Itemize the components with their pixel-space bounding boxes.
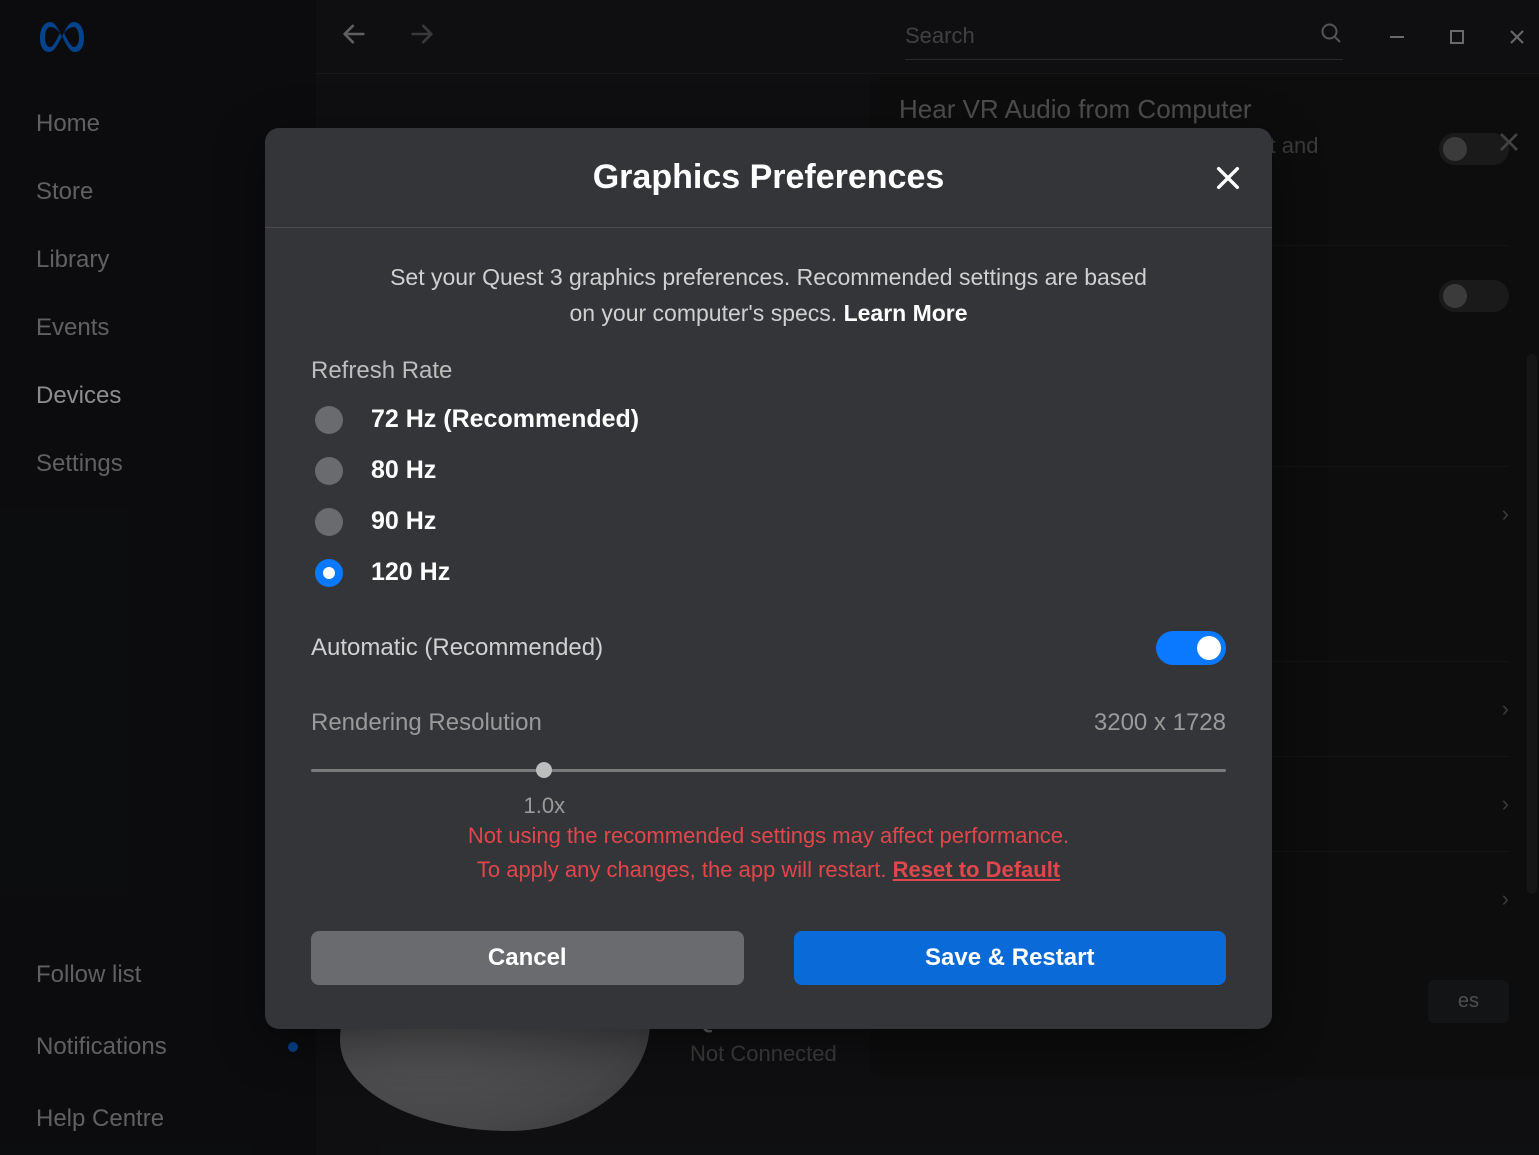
refresh-120hz[interactable]: 120 Hz	[315, 558, 1226, 587]
graphics-preferences-modal: Graphics Preferences Set your Quest 3 gr…	[265, 128, 1272, 1029]
refresh-72hz[interactable]: 72 Hz (Recommended)	[315, 405, 1226, 434]
learn-more-link[interactable]: Learn More	[844, 300, 968, 326]
cancel-button[interactable]: Cancel	[311, 931, 744, 985]
automatic-label: Automatic (Recommended)	[311, 634, 603, 662]
automatic-toggle[interactable]	[1156, 631, 1226, 665]
modal-title: Graphics Preferences	[593, 158, 945, 197]
refresh-90hz[interactable]: 90 Hz	[315, 507, 1226, 536]
refresh-rate-group: 72 Hz (Recommended) 80 Hz 90 Hz 120 Hz	[311, 405, 1226, 587]
slider-tick: 1.0x	[524, 793, 566, 819]
modal-header: Graphics Preferences	[265, 128, 1272, 228]
rendering-resolution-label: Rendering Resolution	[311, 709, 542, 737]
rendering-resolution-value: 3200 x 1728	[1094, 709, 1226, 737]
save-restart-button[interactable]: Save & Restart	[794, 931, 1227, 985]
resolution-slider[interactable]: 1.0x	[311, 755, 1226, 785]
reset-default-link[interactable]: Reset to Default	[893, 857, 1060, 882]
modal-close-icon[interactable]	[1214, 164, 1242, 192]
warning-text: Not using the recommended settings may a…	[311, 819, 1226, 887]
refresh-80hz[interactable]: 80 Hz	[315, 456, 1226, 485]
slider-thumb[interactable]	[536, 762, 552, 778]
modal-description: Set your Quest 3 graphics preferences. R…	[311, 260, 1226, 331]
refresh-rate-label: Refresh Rate	[311, 357, 1226, 385]
